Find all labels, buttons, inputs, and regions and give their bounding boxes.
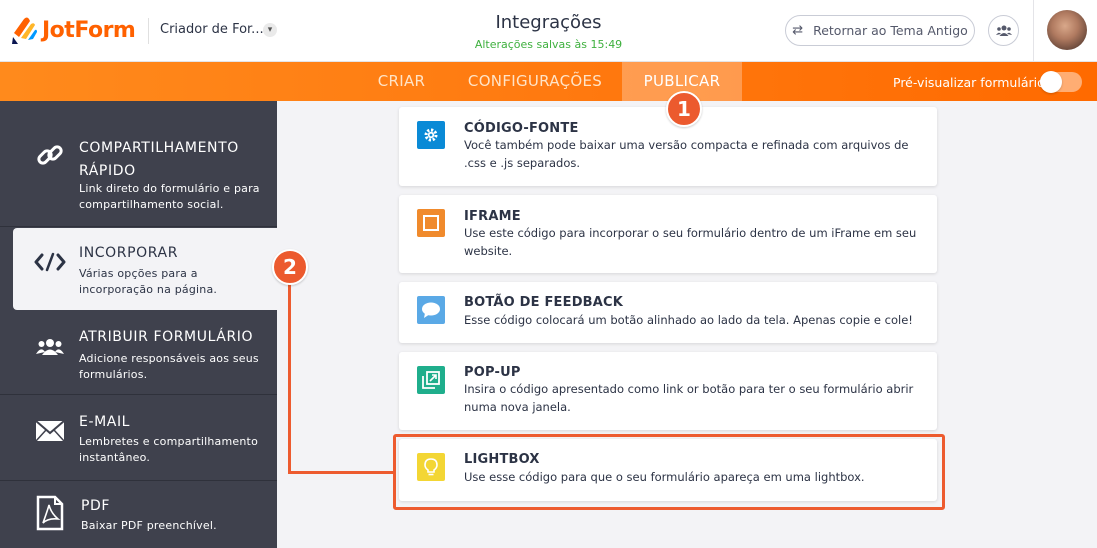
lightbox-highlight xyxy=(393,434,945,510)
sidebar-item-pdf[interactable]: PDF Baixar PDF preenchível. xyxy=(0,482,277,548)
sidebar-item-title: E-MAIL xyxy=(79,414,131,430)
avatar-divider xyxy=(1033,0,1034,62)
code-icon xyxy=(33,245,67,279)
sidebar-item-title: ATRIBUIR FORMULÁRIO xyxy=(79,329,254,345)
tab-configuracoes[interactable]: CONFIGURAÇÕES xyxy=(458,62,612,101)
step-badge-1: 1 xyxy=(666,91,702,127)
card-desc: Você também pode baixar uma versão compa… xyxy=(464,138,909,170)
team-button[interactable] xyxy=(988,15,1019,46)
users-icon xyxy=(33,330,67,364)
callout-connector-horizontal xyxy=(288,471,394,474)
sidebar-item-title: INCORPORAR xyxy=(79,245,179,261)
chevron-down-icon[interactable]: ▾ xyxy=(263,23,277,37)
popup-icon xyxy=(417,366,445,394)
users-icon xyxy=(995,25,1012,36)
link-icon xyxy=(33,138,67,172)
sidebar-item-title: PDF xyxy=(81,498,111,514)
card-title: POP-UP xyxy=(464,365,521,380)
return-button-label: Retornar ao Tema Antigo xyxy=(813,23,968,38)
speech-bubble-icon xyxy=(417,296,445,324)
sidebar-item-desc: Várias opções para a incorporação na pág… xyxy=(79,267,218,296)
gear-icon xyxy=(417,121,445,149)
card-desc: Insira o código apresentado como link or… xyxy=(464,382,914,414)
sidebar-item-desc: Link direto do formulário e para compart… xyxy=(79,182,260,211)
sidebar-item-desc: Adicione responsáveis aos seus formulári… xyxy=(79,352,259,381)
sidebar-item-embed[interactable]: INCORPORAR Várias opções para a incorpor… xyxy=(13,228,277,310)
sidebar-item-desc: Baixar PDF preenchível. xyxy=(81,519,217,532)
envelope-icon xyxy=(33,414,67,448)
card-desc: Esse código colocará um botão alinhado a… xyxy=(464,313,913,327)
logo-text: JotForm xyxy=(42,17,136,43)
sidebar-item-assign-form[interactable]: ATRIBUIR FORMULÁRIO Adicione responsávei… xyxy=(0,311,277,395)
swap-arrows-icon: ⇄ xyxy=(792,23,804,38)
embed-option-popup[interactable]: POP-UP Insira o código apresentado como … xyxy=(399,352,937,430)
preview-toggle[interactable] xyxy=(1040,71,1082,93)
main-nav: CRIAR CONFIGURAÇÕES PUBLICAR Pré-visuali… xyxy=(0,62,1097,101)
card-title: BOTÃO DE FEEDBACK xyxy=(464,295,624,310)
publish-sidebar: COMPARTILHAMENTO RÁPIDO Link direto do f… xyxy=(0,101,277,548)
jotform-logo-icon xyxy=(10,13,40,47)
iframe-icon xyxy=(417,209,445,237)
sidebar-item-desc: Lembretes e compartilhamento instantâneo… xyxy=(79,435,258,464)
sidebar-item-title: COMPARTILHAMENTO RÁPIDO xyxy=(79,140,239,179)
card-title: CÓDIGO-FONTE xyxy=(464,121,579,136)
sidebar-item-email[interactable]: E-MAIL Lembretes e compartilhamento inst… xyxy=(0,396,277,481)
embed-option-iframe[interactable]: IFRAME Use este código para incorporar o… xyxy=(399,195,937,273)
sidebar-item-quick-share[interactable]: COMPARTILHAMENTO RÁPIDO Link direto do f… xyxy=(0,101,277,227)
callout-connector-vertical xyxy=(288,281,291,474)
card-title: IFRAME xyxy=(464,209,521,224)
toggle-knob xyxy=(1040,71,1062,93)
user-avatar[interactable] xyxy=(1047,10,1087,50)
preview-label: Pré-visualizar formulário xyxy=(893,75,1045,90)
embed-option-feedback-button[interactable]: BOTÃO DE FEEDBACK Esse código colocará u… xyxy=(399,282,937,343)
header-divider xyxy=(148,18,149,44)
jotform-logo[interactable]: JotForm xyxy=(10,13,136,47)
tab-criar[interactable]: CRIAR xyxy=(358,62,445,101)
card-desc: Use este código para incorporar o seu fo… xyxy=(464,226,917,258)
form-name[interactable]: Criador de For... xyxy=(160,22,264,37)
top-header: JotForm Criador de For... ▾ Integrações … xyxy=(0,0,1097,62)
step-badge-2: 2 xyxy=(272,249,308,285)
return-old-theme-button[interactable]: ⇄ Retornar ao Tema Antigo xyxy=(785,15,975,46)
pdf-icon xyxy=(33,495,67,531)
